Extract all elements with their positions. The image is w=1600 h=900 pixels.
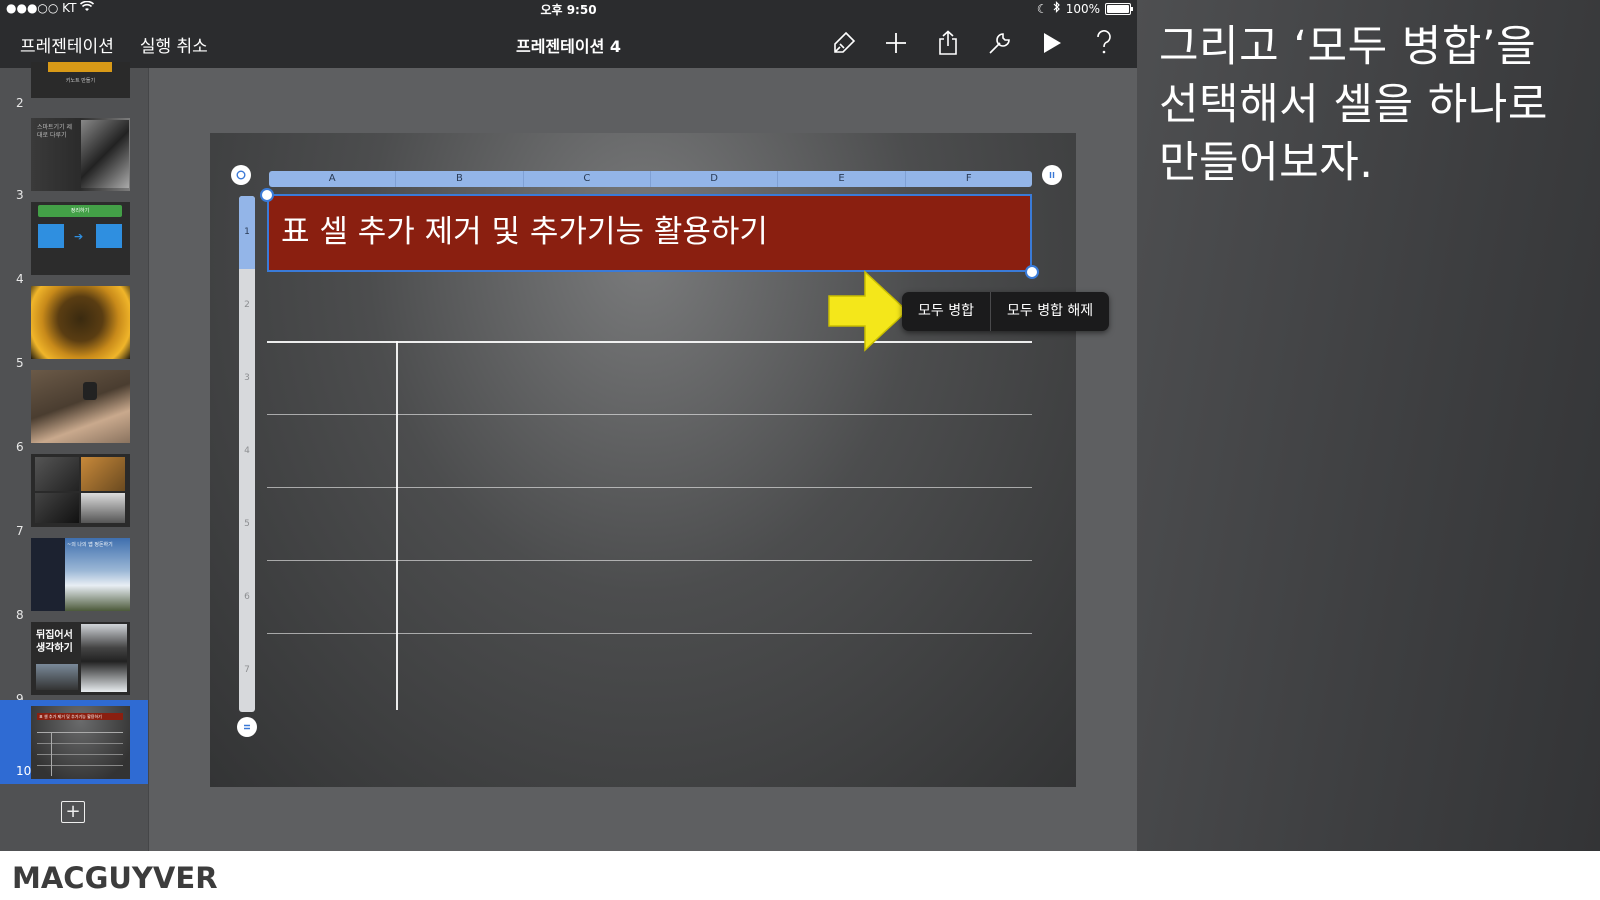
wrench-icon[interactable] xyxy=(985,29,1015,57)
thumbnail-image xyxy=(31,454,130,527)
merge-popup-menu: 모두 병합 모두 병합 해제 xyxy=(902,292,1110,331)
thumbnail-image: ~의 나의 앱 정돈하기 xyxy=(31,538,130,611)
row-header[interactable]: 6 xyxy=(239,561,255,634)
selection-handle-top-left[interactable] xyxy=(260,188,274,202)
thumbnail-image: 표 셀 추가 제거 및 추가기능 활용하기 xyxy=(31,706,130,779)
slide-number: 7 xyxy=(16,524,24,538)
slide-thumbnail-5[interactable]: 5 xyxy=(0,286,148,370)
slide-number: 2 xyxy=(16,96,24,110)
footer: MACGUYVER xyxy=(0,851,1600,900)
slide-number: 10 xyxy=(16,764,32,778)
caption-text: 그리고 ‘모두 병합’을 선택해서 셀을 하나로 만들어보자. xyxy=(1159,22,1548,188)
column-header[interactable]: A xyxy=(269,171,397,187)
slide-number: 6 xyxy=(16,440,24,454)
thumbnail-image xyxy=(31,370,130,443)
thumbnail-text: 뒤집어서 생각하기 xyxy=(36,630,73,654)
row-header[interactable]: 5 xyxy=(239,488,255,561)
slide-canvas[interactable]: A B C D E F 1 2 3 4 5 6 7 표 셀 추가 제거 및 추가… xyxy=(210,133,1076,787)
slide-number: 8 xyxy=(16,608,24,622)
slide-navigator: 키노트 만들기 2 스마트기기 제대로 다루기 3 정리하기 ➔ 4 5 6 7… xyxy=(0,62,149,851)
thumbnail-text: 스마트기기 제대로 다루기 xyxy=(37,124,73,139)
thumbnail-image: 뒤집어서 생각하기 xyxy=(31,622,130,695)
format-brush-icon[interactable] xyxy=(829,29,859,57)
add-column-handle[interactable] xyxy=(1042,165,1062,185)
slide-thumbnail-6[interactable]: 6 xyxy=(0,370,148,454)
add-icon: + xyxy=(65,801,81,822)
row-header[interactable]: 4 xyxy=(239,415,255,488)
slide-thumbnail-3[interactable]: 스마트기기 제대로 다루기 3 xyxy=(0,118,148,202)
toolbar: 프레젠테이션 실행 취소 프레젠테이션 4 xyxy=(0,18,1137,68)
row-header[interactable]: 2 xyxy=(239,269,255,342)
column-header[interactable]: D xyxy=(651,171,779,187)
row-header[interactable]: 7 xyxy=(239,634,255,707)
thumbnail-image xyxy=(31,286,130,359)
thumbnail-image: 스마트기기 제대로 다루기 xyxy=(31,118,130,191)
table-select-handle[interactable] xyxy=(231,165,251,185)
presentations-button[interactable]: 프레젠테이션 xyxy=(20,32,114,57)
battery-icon xyxy=(1105,2,1133,15)
ipad-screen: ●●●○○ KT 오후 9:50 ☾ 100% 프레젠테이션 실행 취소 프레젠… xyxy=(0,0,1137,851)
column-header[interactable]: B xyxy=(396,171,524,187)
merge-all-button[interactable]: 모두 병합 xyxy=(902,292,990,331)
slide-thumbnail-10[interactable]: 표 셀 추가 제거 및 추가기능 활용하기 10 xyxy=(0,700,148,784)
moon-icon: ☾ xyxy=(1036,1,1048,16)
table-row-line xyxy=(267,487,1032,488)
merged-title-cell[interactable]: 표 셀 추가 제거 및 추가기능 활용하기 xyxy=(267,194,1032,272)
row-header[interactable]: 1 xyxy=(239,196,255,269)
column-header-bar[interactable]: A B C D E F xyxy=(269,171,1032,187)
play-icon[interactable] xyxy=(1037,29,1067,57)
add-slide-button[interactable]: + xyxy=(61,801,85,823)
slide-thumbnail-9[interactable]: 뒤집어서 생각하기 9 xyxy=(0,622,148,706)
selection-handle-bottom-right[interactable] xyxy=(1025,265,1039,279)
slide-thumbnail-4[interactable]: 정리하기 ➔ 4 xyxy=(0,202,148,286)
table-row-line xyxy=(267,633,1032,634)
battery-percent: 100% xyxy=(1065,1,1100,16)
column-header[interactable]: C xyxy=(524,171,651,187)
toolbar-right xyxy=(829,29,1119,57)
table-column-line xyxy=(396,341,398,710)
table-row-line xyxy=(267,414,1032,415)
column-header[interactable]: E xyxy=(778,171,906,187)
slide-thumbnail-2[interactable]: 키노트 만들기 2 xyxy=(0,62,148,110)
row-header-bar[interactable]: 1 2 3 4 5 6 7 xyxy=(239,196,255,712)
add-icon[interactable] xyxy=(881,29,911,57)
slide-number: 5 xyxy=(16,356,24,370)
battery-fill xyxy=(1107,4,1129,13)
thumbnail-text: 정리하기 xyxy=(38,205,122,217)
table-row-line xyxy=(267,560,1032,561)
add-row-handle[interactable] xyxy=(237,717,257,737)
thumbnail-image: 키노트 만들기 xyxy=(31,62,130,98)
slide-thumbnail-7[interactable]: 7 xyxy=(0,454,148,538)
status-bar: ●●●○○ KT 오후 9:50 ☾ 100% xyxy=(0,0,1137,18)
help-icon[interactable] xyxy=(1089,29,1119,57)
thumbnail-text: 표 셀 추가 제거 및 추가기능 활용하기 xyxy=(37,713,123,720)
caption-panel: 그리고 ‘모두 병합’을 선택해서 셀을 하나로 만들어보자. xyxy=(1137,0,1600,851)
slide-thumbnail-8[interactable]: ~의 나의 앱 정돈하기 8 xyxy=(0,538,148,622)
slide-number: 3 xyxy=(16,188,24,202)
thumbnail-text: ~의 나의 앱 정돈하기 xyxy=(67,542,113,548)
share-icon[interactable] xyxy=(933,29,963,57)
yellow-arrow-icon xyxy=(828,270,909,352)
status-right: ☾ 100% xyxy=(1036,1,1133,16)
status-time: 오후 9:50 xyxy=(540,3,597,17)
unmerge-all-button[interactable]: 모두 병합 해제 xyxy=(991,292,1109,331)
undo-button[interactable]: 실행 취소 xyxy=(140,32,208,57)
thumbnail-text: 키노트 만들기 xyxy=(65,78,96,84)
slide-number: 4 xyxy=(16,272,24,286)
table-row-line xyxy=(267,341,1032,343)
bluetooth-icon xyxy=(1053,1,1061,16)
brand-logo-text: MACGUYVER xyxy=(12,861,218,895)
column-header[interactable]: F xyxy=(906,171,1032,187)
row-header[interactable]: 3 xyxy=(239,342,255,415)
thumbnail-image: 정리하기 ➔ xyxy=(31,202,130,275)
toolbar-left: 프레젠테이션 실행 취소 xyxy=(20,32,208,57)
